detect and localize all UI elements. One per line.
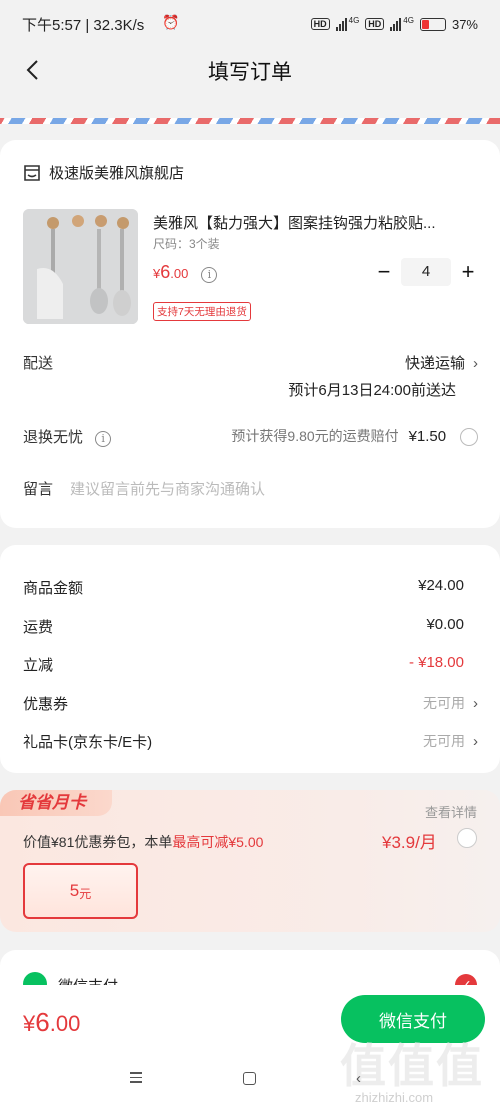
product-spec[interactable]: 尺码：3个装 (153, 235, 220, 252)
product-image[interactable] (23, 209, 138, 324)
return-worry-desc: 预计获得9.80元的运费赔付 (231, 428, 399, 444)
giftcard-label: 礼品卡(京东卡/E卡) (23, 734, 153, 751)
system-nav-bar: ‹ (0, 1071, 500, 1088)
decrease-button[interactable]: − (370, 259, 398, 285)
envelope-stripe-divider (0, 118, 500, 124)
giftcard-value-wrap: 无可用 › (423, 731, 478, 751)
monthly-card-desc-prefix: 价值¥81优惠券包，本单 (23, 834, 173, 850)
monthly-card-price: ¥3.9/月 (382, 833, 437, 852)
return-worry-value: 预计获得9.80元的运费赔付 ¥1.50 (231, 426, 478, 447)
view-details-link[interactable]: 查看详情 (425, 802, 477, 821)
price-info-icon[interactable]: i (201, 266, 218, 283)
status-bar: 下午5:57 | 32.3K/s ⏰ HD 4G HD 4G 37% (0, 0, 500, 48)
quantity-stepper: − 4 + (370, 258, 482, 286)
delivery-value: 快递运输 › 预计6月13日24:00前送达 (288, 352, 478, 400)
coupon-voucher: 5元 (23, 863, 138, 919)
delivery-label: 配送 (23, 355, 54, 372)
shop-icon (24, 164, 40, 181)
nav-bar: 填写订单 (0, 48, 500, 94)
back-arrow-icon[interactable] (22, 58, 46, 82)
delivery-method: 快递运输 (404, 355, 465, 372)
monthly-card-radio[interactable] (457, 828, 477, 848)
coupon-label: 优惠券 (23, 696, 69, 713)
total-price: ¥6.00 (23, 1007, 80, 1038)
goods-amount-row: 商品金额 ¥24.00 (23, 577, 464, 598)
home-icon[interactable] (243, 1072, 256, 1085)
discount-value: - ¥18.00 (408, 654, 464, 671)
total-symbol: ¥ (23, 1011, 36, 1036)
delivery-eta: 预计6月13日24:00前送达 (288, 382, 456, 399)
message-row: 留言 建议留言前先与商家沟通确认 (23, 478, 478, 499)
hd-badge-2: HD (365, 18, 385, 30)
coupon-amount: 5 (69, 881, 80, 900)
product-name[interactable]: 美雅风【黏力强大】图案挂钩强力粘胶贴... (153, 212, 473, 233)
price-decimal: .00 (170, 266, 189, 281)
delivery-row[interactable]: 配送 快递运输 › 预计6月13日24:00前送达 (23, 352, 478, 399)
shipping-value: ¥0.00 (426, 616, 464, 633)
quantity-input[interactable]: 4 (401, 258, 451, 286)
discount-row: 立减 - ¥18.00 (23, 654, 464, 675)
shipping-label: 运费 (23, 619, 54, 636)
return-worry-price: ¥1.50 (408, 428, 447, 445)
product-image-graphic (23, 209, 138, 324)
coupon-value: 无可用 (423, 695, 465, 711)
message-input[interactable]: 建议留言前先与商家沟通确认 (70, 478, 265, 499)
increase-button[interactable]: + (454, 259, 482, 285)
shop-header[interactable]: 极速版美雅风旗舰店 (23, 162, 184, 183)
network-type-2: 4G (403, 15, 414, 25)
battery-icon (419, 17, 446, 31)
status-indicators: HD 4G HD 4G 37% (310, 15, 478, 32)
signal-icon-1 (335, 17, 347, 31)
product-price: ¥6.00 i (153, 262, 218, 283)
return-worry-radio[interactable] (460, 428, 478, 447)
battery-percent: 37% (451, 16, 478, 32)
watermark-url: zhizhizhi.com (355, 1090, 434, 1105)
coupon-value-wrap: 无可用 › (423, 693, 478, 713)
goods-amount-label: 商品金额 (23, 580, 84, 597)
giftcard-value: 无可用 (423, 733, 465, 749)
coupon-unit: 元 (79, 886, 92, 901)
return-worry-info-icon[interactable]: i (95, 430, 112, 447)
discount-label: 立减 (23, 657, 54, 674)
chevron-right-icon: › (473, 355, 478, 372)
price-summary-card: 商品金额 ¥24.00 运费 ¥0.00 立减 - ¥18.00 优惠券 无可用… (0, 545, 500, 773)
monthly-card-title: 省省月卡 (0, 790, 112, 816)
system-back-icon[interactable]: ‹ (356, 1071, 361, 1086)
total-decimal: .00 (49, 1011, 81, 1036)
chevron-right-icon: › (473, 733, 478, 750)
chevron-right-icon: › (473, 695, 478, 712)
monthly-card-desc: 价值¥81优惠券包，本单最高可减¥5.00 (23, 832, 263, 852)
signal-icon-2 (390, 17, 402, 31)
goods-amount-value: ¥24.00 (418, 577, 464, 594)
hd-badge-1: HD (310, 18, 330, 30)
return-policy-badge: 支持7天无理由退货 (153, 302, 251, 321)
price-integer: 6 (160, 262, 171, 282)
return-worry-row: 退换无忧 i 预计获得9.80元的运费赔付 ¥1.50 (23, 426, 478, 447)
message-label: 留言 (23, 481, 54, 498)
monthly-card-promo[interactable]: 省省月卡 查看详情 价值¥81优惠券包，本单最高可减¥5.00 ¥3.9/月 5… (0, 790, 500, 932)
shop-name: 极速版美雅风旗舰店 (49, 165, 185, 182)
return-worry-label: 退换无忧 (23, 429, 84, 446)
giftcard-row[interactable]: 礼品卡(京东卡/E卡) 无可用 › (23, 731, 478, 752)
monthly-card-desc-highlight: 最高可减¥5.00 (172, 834, 264, 850)
network-type-1: 4G (348, 15, 360, 25)
alarm-icon: ⏰ (162, 14, 180, 30)
coupon-row[interactable]: 优惠券 无可用 › (23, 693, 478, 714)
page-title: 填写订单 (208, 61, 292, 84)
menu-icon[interactable] (130, 1072, 142, 1086)
shipping-row: 运费 ¥0.00 (23, 616, 464, 637)
order-item-card: 极速版美雅风旗舰店 美雅风【黏力强大】图案挂钩强力粘胶贴... 尺码：3个装 ¥… (0, 140, 500, 528)
total-integer: 6 (35, 1007, 50, 1037)
